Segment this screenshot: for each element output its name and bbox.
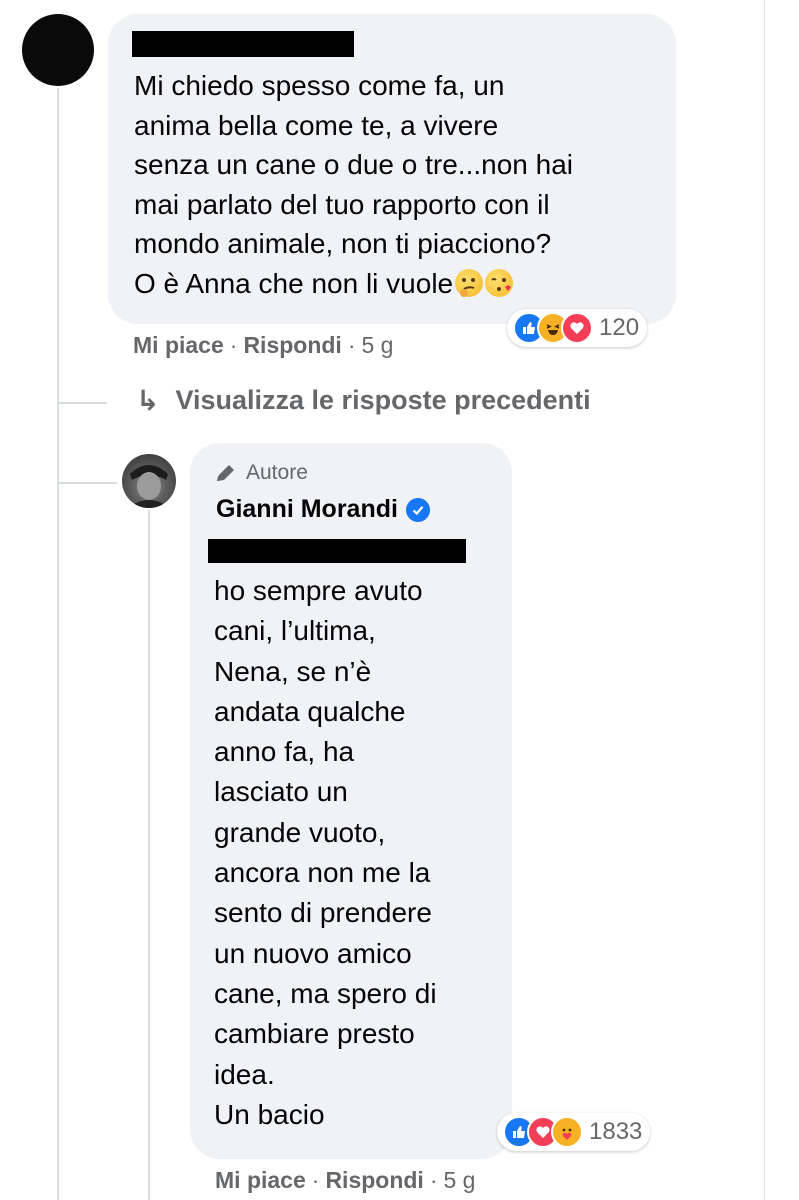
- reply-text: ho sempre avuto cani, l’ultima, Nena, se…: [214, 575, 437, 1130]
- redacted-mention: [208, 539, 466, 563]
- right-divider: [764, 0, 765, 1200]
- reply-bubble: Autore Gianni Morandi ho sempre avuto ca…: [190, 443, 512, 1159]
- thread-line-branch-view: [57, 402, 107, 404]
- face-blowing-kiss-emoji: [485, 268, 514, 297]
- commenter-avatar[interactable]: [22, 14, 94, 86]
- thread-line-reply: [148, 510, 150, 1200]
- author-name-text: Gianni Morandi: [216, 495, 398, 523]
- verified-badge-icon: [405, 497, 430, 522]
- reply-button[interactable]: Rispondi: [243, 332, 341, 359]
- comment-reactions[interactable]: 120: [507, 309, 648, 347]
- pencil-icon: [217, 465, 234, 481]
- like-button[interactable]: Mi piace: [133, 332, 224, 359]
- reply-timestamp[interactable]: 5 g: [444, 1167, 476, 1194]
- separator: ·: [429, 1167, 438, 1193]
- author-badge: Autore: [214, 461, 308, 485]
- view-previous-replies-link[interactable]: ↳ Visualizza le risposte precedenti: [136, 384, 591, 417]
- separator: ·: [347, 332, 356, 358]
- author-badge-label: Autore: [246, 461, 308, 484]
- care-reaction-icon: [551, 1116, 583, 1148]
- thread-line-branch-reply: [57, 482, 117, 484]
- reply-author-name[interactable]: Gianni Morandi: [216, 495, 430, 524]
- thinking-face-emoji: [455, 268, 484, 297]
- like-button[interactable]: Mi piace: [215, 1167, 306, 1194]
- care-reaction-icon: [561, 312, 593, 344]
- separator: ·: [229, 332, 238, 358]
- comment-body: Mi chiedo spesso come fa, un anima bella…: [134, 70, 573, 299]
- separator: ·: [311, 1167, 320, 1193]
- comment-bubble: Mi chiedo spesso come fa, un anima bella…: [108, 14, 676, 324]
- reply-actions: Mi piace · Rispondi · 5 g: [215, 1167, 475, 1194]
- comment-text: Mi chiedo spesso come fa, un anima bella…: [134, 66, 664, 304]
- reaction-count: 1833: [589, 1118, 643, 1145]
- reply-button[interactable]: Rispondi: [325, 1167, 423, 1194]
- thread-line-main: [57, 88, 59, 1200]
- view-previous-label: Visualizza le risposte precedenti: [175, 385, 591, 415]
- reaction-count: 120: [599, 314, 640, 341]
- redacted-author-name: [132, 31, 354, 57]
- reply-arrow-icon: ↳: [136, 385, 160, 416]
- gianni-morandi-avatar[interactable]: [122, 454, 176, 508]
- comment-timestamp[interactable]: 5 g: [362, 332, 394, 359]
- comment-actions: Mi piace · Rispondi · 5 g: [133, 332, 393, 359]
- reply-reactions[interactable]: 1833: [497, 1113, 651, 1151]
